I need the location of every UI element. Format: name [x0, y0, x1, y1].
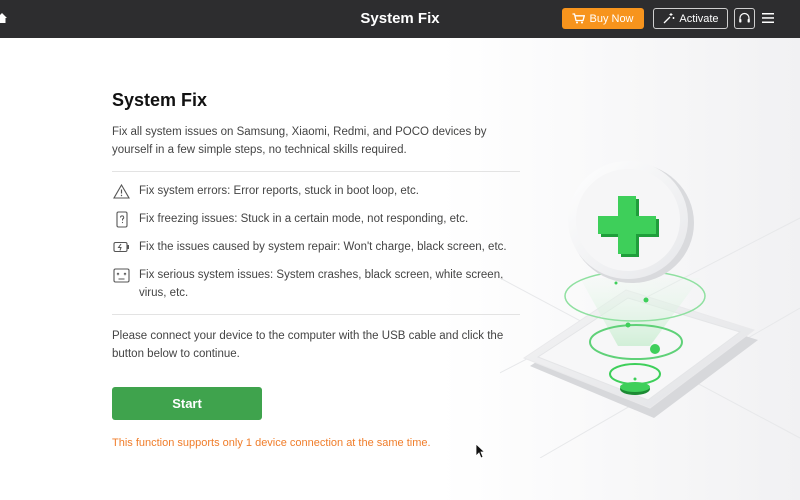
issue-item: Fix the issues caused by system repair: …: [112, 238, 524, 256]
start-button[interactable]: Start: [112, 387, 262, 420]
headset-icon: [739, 12, 750, 23]
screen-error-icon: [112, 266, 131, 284]
main-panel: System Fix Fix all system issues on Sams…: [0, 38, 800, 500]
issue-text: Fix system errors: Error reports, stuck …: [139, 185, 419, 197]
menu-button[interactable]: [761, 10, 775, 26]
cart-icon: [572, 13, 586, 24]
buy-now-button[interactable]: Buy Now: [562, 8, 644, 29]
hamburger-menu-icon: [762, 13, 774, 23]
title-bar: System Fix Buy Now Activate: [0, 0, 800, 38]
issue-text: Fix freezing issues: Stuck in a certain …: [139, 213, 469, 225]
divider: [112, 171, 520, 172]
page-title: System Fix: [112, 90, 208, 110]
system-fix-illustration: [500, 161, 800, 458]
home-icon: [0, 13, 7, 23]
issue-item: Fix freezing issues: Stuck in a certain …: [112, 210, 524, 228]
divider: [112, 314, 520, 315]
issue-item: Fix system errors: Error reports, stuck …: [112, 182, 524, 200]
warning-triangle-icon: [112, 182, 131, 200]
support-button[interactable]: [734, 8, 755, 29]
issue-text: Fix serious system issues: System crashe…: [139, 269, 504, 299]
single-device-notice: This function supports only 1 device con…: [112, 437, 431, 449]
activate-button[interactable]: Activate: [653, 8, 728, 29]
issue-item: Fix serious system issues: System crashe…: [112, 266, 524, 302]
mouse-cursor-icon: [475, 443, 485, 459]
home-button[interactable]: [0, 8, 10, 28]
connect-instructions: Please connect your device to the comput…: [112, 330, 504, 360]
activate-label: Activate: [679, 12, 719, 25]
repair-badge: [568, 161, 694, 283]
issue-list: Fix system errors: Error reports, stuck …: [112, 182, 524, 308]
battery-charge-icon: [112, 238, 131, 256]
magic-wand-icon: [663, 13, 675, 24]
issue-text: Fix the issues caused by system repair: …: [139, 241, 507, 253]
phone-question-icon: [112, 210, 131, 228]
buy-now-label: Buy Now: [589, 12, 634, 25]
intro-text: Fix all system issues on Samsung, Xiaomi…: [112, 126, 487, 156]
content-column: System Fix Fix all system issues on Sams…: [112, 90, 524, 363]
